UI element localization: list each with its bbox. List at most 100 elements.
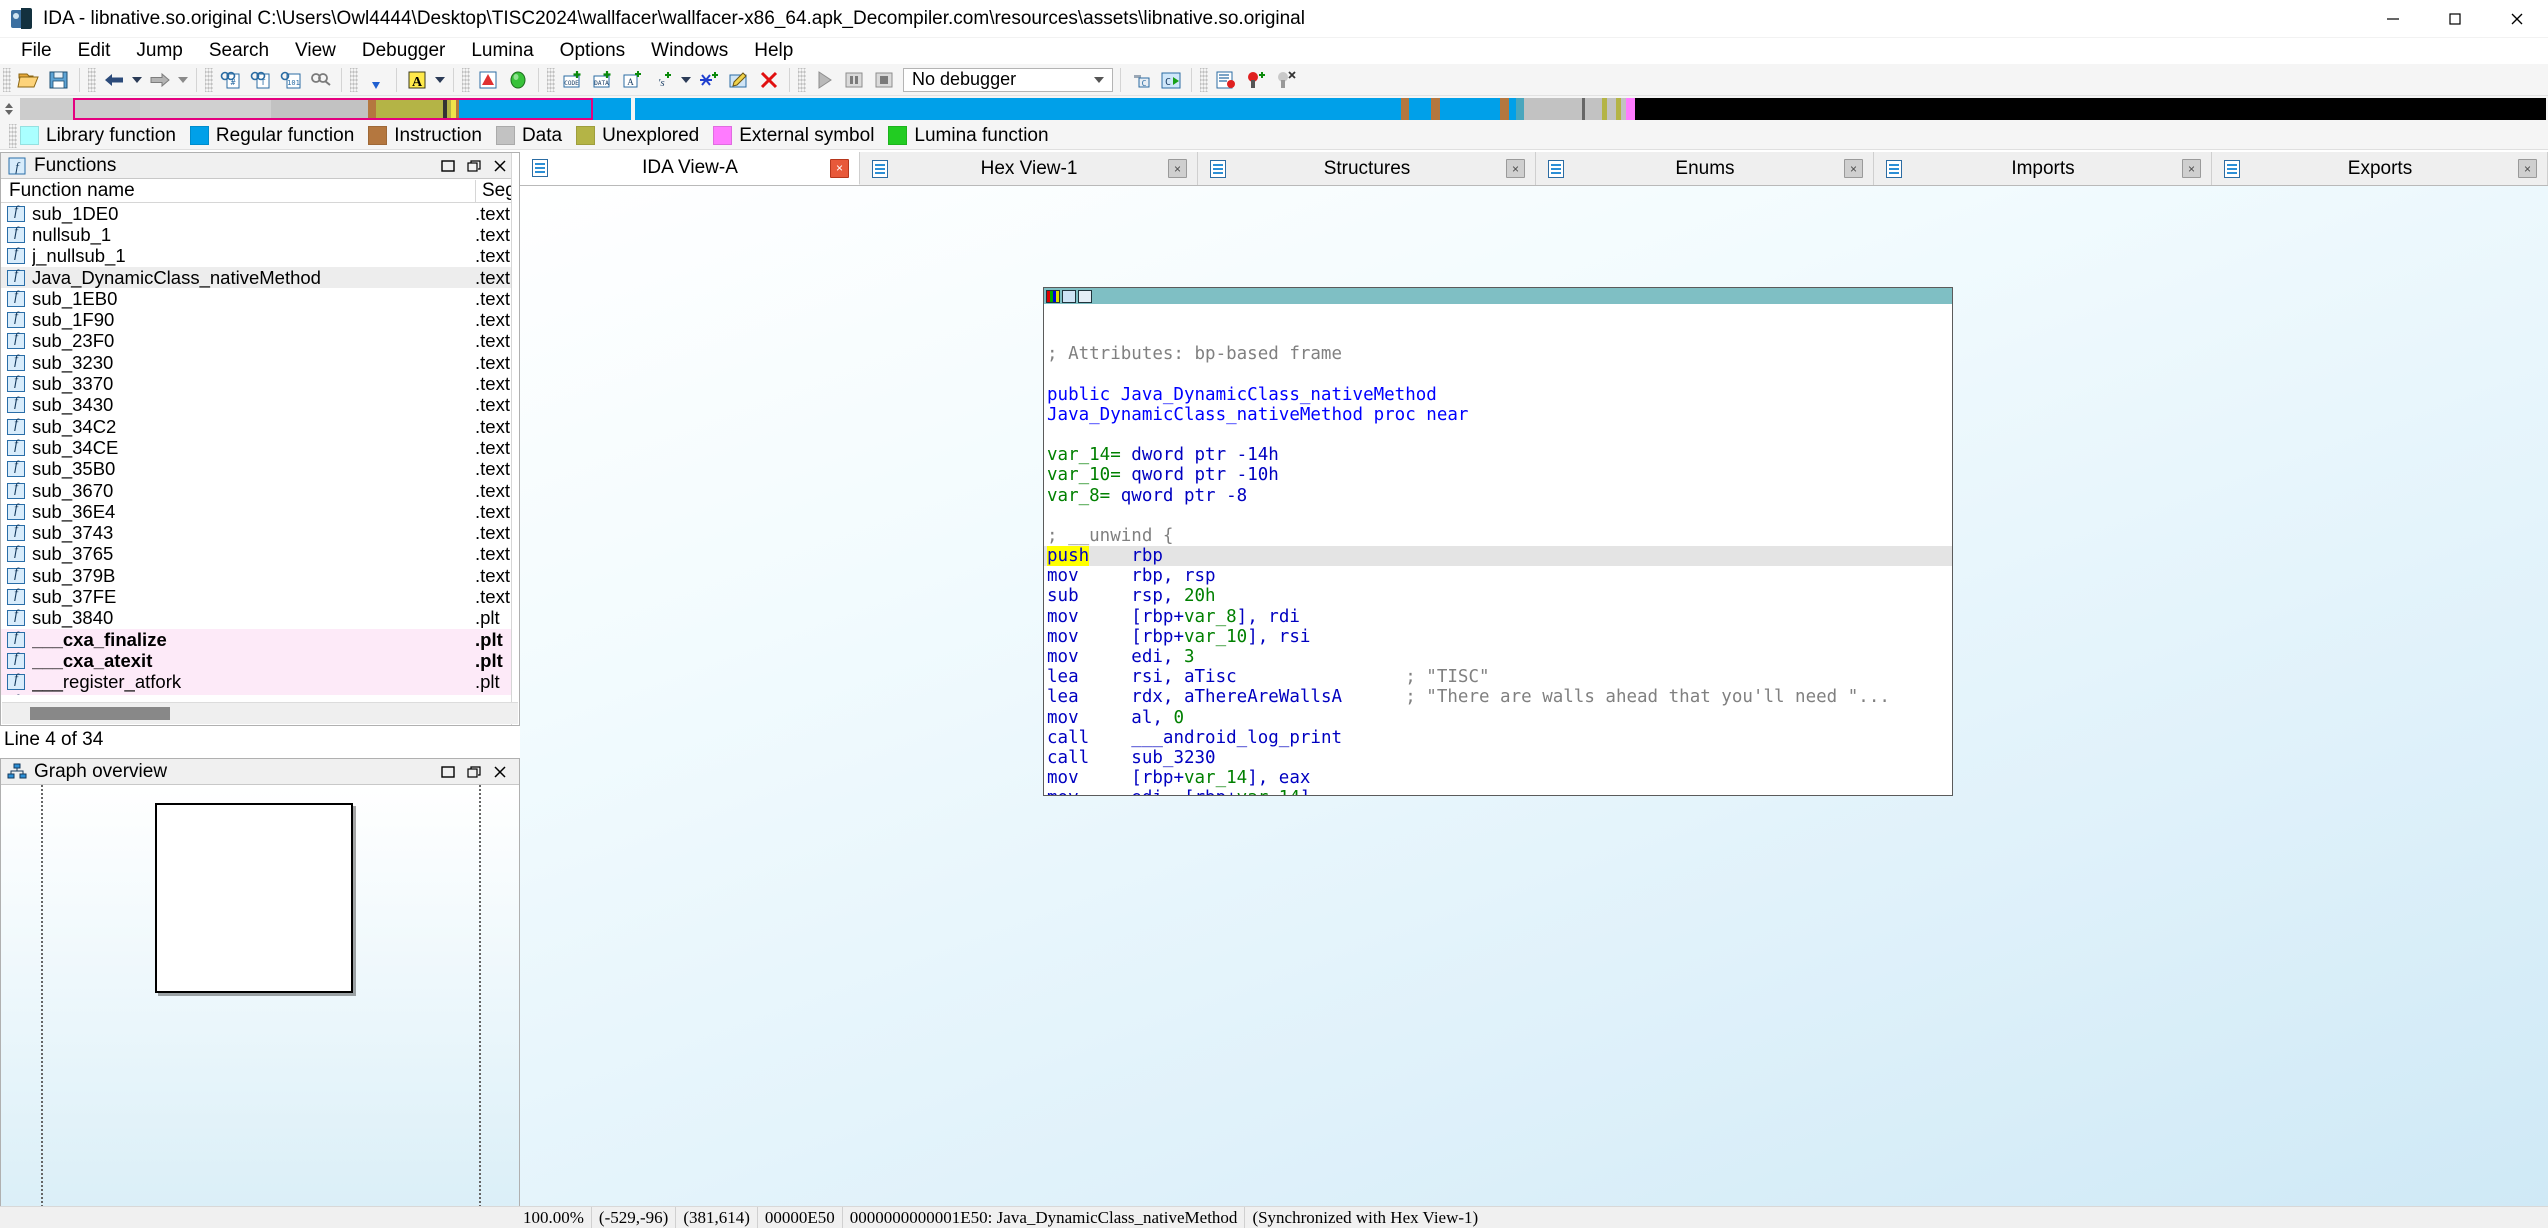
tab-ida-view-a[interactable]: IDA View-A ×	[520, 152, 860, 185]
function-list-row[interactable]: nullsub_1.text	[1, 224, 519, 245]
tab-imports[interactable]: Imports ×	[1874, 152, 2212, 185]
disassembly-listing[interactable]: ; Attributes: bp-based frame public Java…	[1044, 304, 1952, 795]
close-window-icon[interactable]	[487, 155, 513, 177]
toolbar-grip[interactable]	[3, 67, 11, 92]
search-text-icon[interactable]: T	[248, 67, 274, 93]
close-button[interactable]	[2486, 0, 2548, 38]
function-list-row[interactable]: sub_34C2.text	[1, 416, 519, 437]
maximize-button[interactable]	[2424, 0, 2486, 38]
function-list-row[interactable]: Java_DynamicClass_nativeMethod.text	[1, 267, 519, 289]
back-arrow-icon[interactable]	[101, 67, 127, 93]
function-list-row[interactable]: sub_23F0.text	[1, 330, 519, 352]
back-history-dropdown-icon[interactable]	[129, 67, 145, 93]
scrollbar-thumb[interactable]	[30, 707, 170, 720]
menu-lumina[interactable]: Lumina	[458, 38, 546, 64]
menu-debugger[interactable]: Debugger	[349, 38, 458, 64]
function-list-row[interactable]: sub_37FE.text	[1, 586, 519, 607]
add-breakpoint-icon[interactable]	[1243, 67, 1269, 93]
graph-node-icon[interactable]	[1078, 289, 1092, 303]
save-icon[interactable]	[46, 67, 72, 93]
delete-breakpoint-icon[interactable]	[1273, 67, 1299, 93]
make-struct-icon[interactable]: 's	[650, 67, 676, 93]
function-list-row[interactable]: sub_3370.text	[1, 373, 519, 394]
open-folder-icon[interactable]	[16, 67, 42, 93]
pause-icon[interactable]	[841, 67, 867, 93]
float-window-icon[interactable]	[461, 761, 487, 783]
search-hex-icon[interactable]: #	[218, 67, 244, 93]
tab-exports[interactable]: Exports ×	[2212, 152, 2548, 185]
menu-windows[interactable]: Windows	[638, 38, 741, 64]
struct-dropdown-icon[interactable]	[678, 67, 694, 93]
function-list-row[interactable]: sub_1EB0.text	[1, 288, 519, 309]
rename-icon[interactable]	[1062, 289, 1076, 303]
forward-arrow-icon[interactable]	[147, 67, 173, 93]
function-list-row[interactable]: ___register_atfork.plt	[1, 671, 519, 693]
functions-horizontal-scrollbar[interactable]	[2, 702, 518, 724]
function-list-row[interactable]: sub_3743.text	[1, 522, 519, 543]
ida-graph-view[interactable]: ; Attributes: bp-based frame public Java…	[520, 186, 2548, 1208]
tab-close-icon[interactable]: ×	[1506, 159, 1525, 178]
tab-close-icon[interactable]: ×	[1168, 159, 1187, 178]
search-number-icon[interactable]: 101	[278, 67, 304, 93]
function-list-row[interactable]: sub_379B.text	[1, 565, 519, 586]
minimize-button[interactable]	[2362, 0, 2424, 38]
function-list-row[interactable]: ___android_log_print.plt	[1, 692, 519, 695]
undefine-icon[interactable]	[756, 67, 782, 93]
function-list-row[interactable]: sub_36E4.text	[1, 501, 519, 522]
tab-close-icon[interactable]: ×	[830, 158, 849, 178]
function-list-row[interactable]: sub_3230.text	[1, 352, 519, 373]
function-list-row[interactable]: sub_34CE.text	[1, 437, 519, 458]
function-list-row[interactable]: ___cxa_finalize.plt	[1, 629, 519, 651]
tab-structures[interactable]: Structures ×	[1198, 152, 1536, 185]
step-into-icon[interactable]: C	[1128, 67, 1154, 93]
disassembly-graph-node[interactable]: ; Attributes: bp-based frame public Java…	[1043, 287, 1953, 796]
function-list-row[interactable]: j_nullsub_1.text	[1, 245, 519, 267]
menu-help[interactable]: Help	[741, 38, 806, 64]
tab-enums[interactable]: Enums ×	[1536, 152, 1874, 185]
make-array-icon[interactable]	[696, 67, 722, 93]
menu-search[interactable]: Search	[196, 38, 282, 64]
function-list-row[interactable]: sub_3670.text	[1, 480, 519, 501]
column-function-name[interactable]: Function name	[1, 180, 475, 202]
functions-list[interactable]: sub_1DE0.textnullsub_1.textj_nullsub_1.t…	[1, 203, 519, 695]
green-ball-icon[interactable]	[505, 67, 531, 93]
tab-close-icon[interactable]: ×	[2182, 159, 2201, 178]
debugger-select[interactable]: No debugger	[903, 67, 1113, 92]
function-list-row[interactable]: sub_35B0.text	[1, 458, 519, 480]
navband-scroll-arrows[interactable]	[0, 98, 18, 120]
legend-grip[interactable]	[9, 123, 17, 148]
function-list-row[interactable]: sub_1DE0.text	[1, 203, 519, 224]
step-over-icon[interactable]: C	[1158, 67, 1184, 93]
graph-overview-canvas[interactable]	[1, 785, 519, 1227]
ascii-dropdown-icon[interactable]	[432, 67, 448, 93]
tab-close-icon[interactable]: ×	[2518, 159, 2537, 178]
menu-options[interactable]: Options	[547, 38, 638, 64]
restore-window-icon[interactable]	[435, 761, 461, 783]
function-list-row[interactable]: sub_3840.plt	[1, 607, 519, 629]
tab-hex-view-1[interactable]: Hex View-1 ×	[860, 152, 1198, 185]
make-data-icon[interactable]: DATA	[590, 67, 616, 93]
function-list-row[interactable]: ___cxa_atexit.plt	[1, 650, 519, 672]
edit-function-icon[interactable]	[726, 67, 752, 93]
color-palette-icon[interactable]	[1046, 289, 1060, 303]
jump-down-arrow-icon[interactable]	[363, 67, 389, 93]
menu-edit[interactable]: Edit	[65, 38, 124, 64]
close-window-icon[interactable]	[487, 761, 513, 783]
ascii-a-icon[interactable]: A	[404, 67, 430, 93]
make-code-icon[interactable]: CODE	[560, 67, 586, 93]
functions-list-scroll-area[interactable]	[511, 153, 519, 725]
stop-icon[interactable]	[871, 67, 897, 93]
forward-history-dropdown-icon[interactable]	[175, 67, 191, 93]
binoculars-icon[interactable]	[308, 67, 334, 93]
breakpoint-list-icon[interactable]	[1213, 67, 1239, 93]
menu-file[interactable]: File	[8, 38, 65, 64]
menu-jump[interactable]: Jump	[123, 38, 195, 64]
float-window-icon[interactable]	[461, 155, 487, 177]
warning-icon[interactable]	[475, 67, 501, 93]
function-list-row[interactable]: sub_1F90.text	[1, 309, 519, 330]
navigation-band[interactable]	[20, 98, 2546, 120]
make-ascii-icon[interactable]: A	[620, 67, 646, 93]
function-list-row[interactable]: sub_3765.text	[1, 543, 519, 565]
restore-window-icon[interactable]	[435, 155, 461, 177]
menu-view[interactable]: View	[282, 38, 349, 64]
